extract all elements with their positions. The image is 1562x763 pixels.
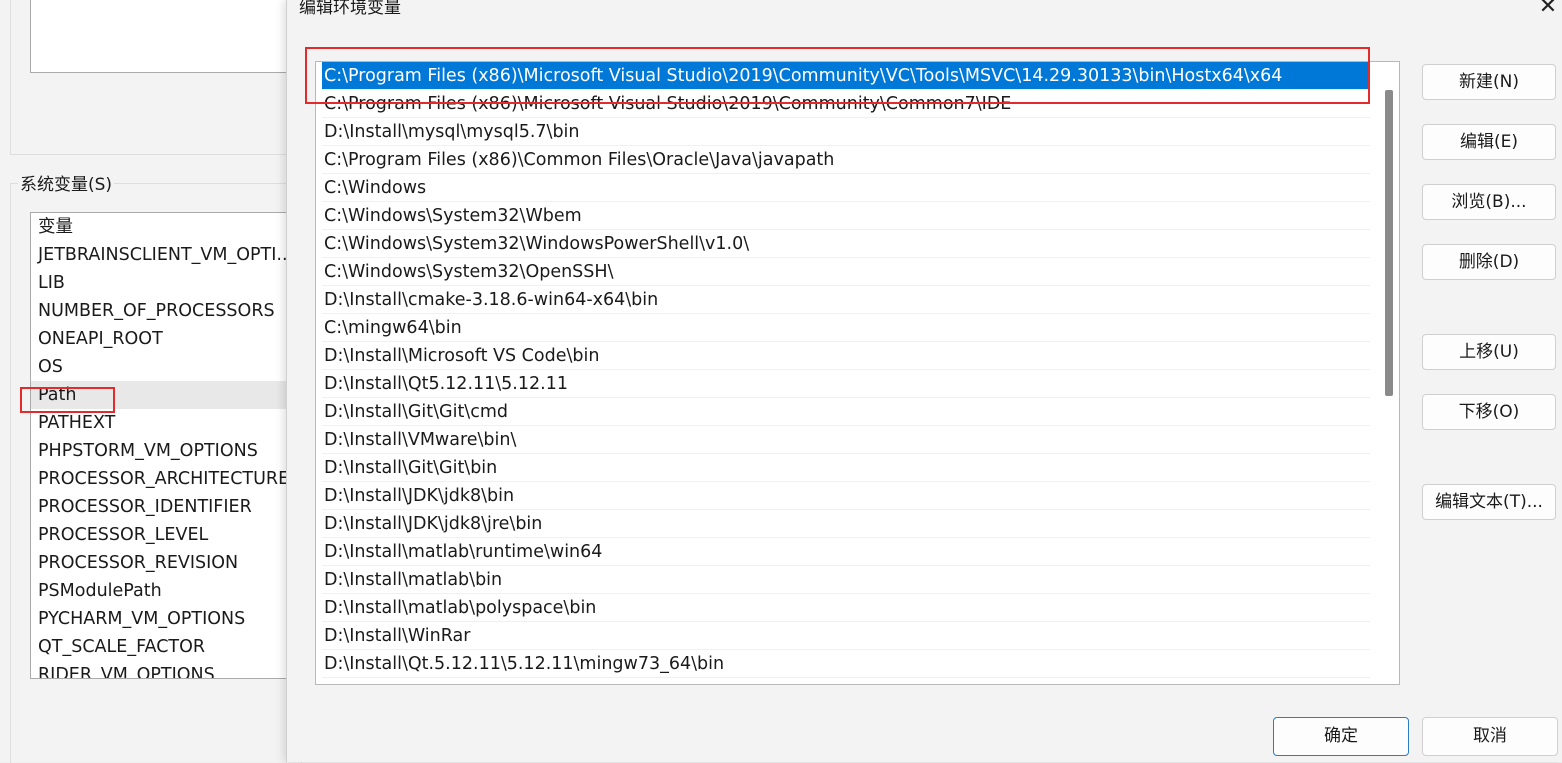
system-variable-row[interactable]: PROCESSOR_LEVEL (31, 521, 301, 549)
system-variable-row[interactable]: PATHEXT (31, 409, 301, 437)
system-variable-row[interactable]: PROCESSOR_REVISION (31, 549, 301, 577)
path-entry-row[interactable]: D:\Install\VMware\bin\ (322, 426, 1370, 454)
system-variable-row[interactable]: PSModulePath (31, 577, 301, 605)
path-entries-list[interactable]: C:\Program Files (x86)\Microsoft Visual … (315, 61, 1400, 685)
system-variable-row[interactable]: PROCESSOR_IDENTIFIER (31, 493, 301, 521)
path-entry-row[interactable]: C:\Program Files (x86)\Common Files\Orac… (322, 146, 1370, 174)
system-variable-row[interactable]: PHPSTORM_VM_OPTIONS (31, 437, 301, 465)
path-entry-row[interactable]: C:\Windows\System32\Wbem (322, 202, 1370, 230)
path-entry-row[interactable]: D:\Install\Qt5.12.11\5.12.11 (322, 370, 1370, 398)
user-variables-list[interactable] (30, 0, 302, 73)
path-entry-row[interactable]: C:\Program Files (x86)\Microsoft Visual … (322, 62, 1370, 90)
move-down-button[interactable]: 下移(O) (1422, 394, 1556, 430)
path-entry-row[interactable]: D:\Install\matlab\bin (322, 566, 1370, 594)
path-entry-row[interactable]: D:\Install\matlab\runtime\win64 (322, 538, 1370, 566)
path-entry-row[interactable]: D:\Install\JDK\jdk8\bin (322, 482, 1370, 510)
path-entry-row[interactable]: C:\Program Files (x86)\Microsoft Visual … (322, 90, 1370, 118)
path-entry-row[interactable]: C:\mingw64\bin (322, 314, 1370, 342)
vertical-scrollbar[interactable] (1383, 86, 1393, 682)
scrollbar-thumb[interactable] (1385, 90, 1393, 396)
system-variables-label: 系统变量(S) (18, 173, 115, 197)
system-variable-row[interactable]: NUMBER_OF_PROCESSORS (31, 297, 301, 325)
path-entry-row[interactable]: D:\Install\Git\Git\cmd (322, 398, 1370, 426)
path-entry-row[interactable]: D:\Install\matlab\polyspace\bin (322, 594, 1370, 622)
delete-button[interactable]: 删除(D) (1422, 244, 1556, 280)
path-entry-row[interactable]: D:\Install\WinRar (322, 622, 1370, 650)
path-entry-row[interactable]: D:\Install\mysql\mysql5.7\bin (322, 118, 1370, 146)
system-variables-list[interactable]: 变量 JETBRAINSCLIENT_VM_OPTI... LIB NUMBER_O… (30, 212, 302, 679)
system-variable-row[interactable]: RIDER_VM_OPTIONS (31, 661, 301, 678)
system-variable-row[interactable]: JETBRAINSCLIENT_VM_OPTI... (31, 241, 301, 269)
system-variable-row[interactable]: LIB (31, 269, 301, 297)
path-entry-row[interactable]: C:\Windows (322, 174, 1370, 202)
ok-button[interactable]: 确定 (1273, 717, 1409, 756)
path-entry-row[interactable]: D:\Install\Git\Git\bin (322, 454, 1370, 482)
system-variable-row[interactable]: Path (31, 381, 301, 409)
path-entry-row[interactable]: D:\Install\Microsoft VS Code\bin (322, 342, 1370, 370)
environment-variables-window: 系统变量(S) 变量 JETBRAINSCLIENT_VM_OPTI... LIB… (0, 0, 302, 763)
path-entry-row[interactable]: C:\Windows\System32\OpenSSH\ (322, 258, 1370, 286)
path-entry-row[interactable]: D:\Install\JDK\jdk8\jre\bin (322, 510, 1370, 538)
path-entry-row[interactable]: D:\Install\cmake-3.18.6-win64-x64\bin (322, 286, 1370, 314)
edit-text-button[interactable]: 编辑文本(T)... (1422, 484, 1556, 520)
path-entry-row[interactable]: C:\Windows\System32\WindowsPowerShell\v1… (322, 230, 1370, 258)
system-variable-row[interactable]: PYCHARM_VM_OPTIONS (31, 605, 301, 633)
system-variable-row[interactable]: OS (31, 353, 301, 381)
new-button[interactable]: 新建(N) (1422, 64, 1556, 100)
system-variable-row[interactable]: PROCESSOR_ARCHITECTURE (31, 465, 301, 493)
column-header-variable[interactable]: 变量 (31, 213, 301, 241)
system-variable-row[interactable]: QT_SCALE_FACTOR (31, 633, 301, 661)
dialog-title: 编辑环境变量 (299, 0, 401, 18)
close-icon[interactable]: ✕ (1533, 0, 1562, 24)
system-variable-row[interactable]: ONEAPI_ROOT (31, 325, 301, 353)
cancel-button[interactable]: 取消 (1422, 717, 1558, 756)
edit-environment-variable-dialog: 编辑环境变量 ✕ C:\Program Files (x86)\Microsof… (286, 0, 1562, 762)
edit-button[interactable]: 编辑(E) (1422, 124, 1556, 160)
move-up-button[interactable]: 上移(U) (1422, 334, 1556, 370)
path-entry-row[interactable]: D:\Install\Qt.5.12.11\5.12.11\mingw73_64… (322, 650, 1370, 678)
browse-button[interactable]: 浏览(B)... (1422, 184, 1556, 220)
